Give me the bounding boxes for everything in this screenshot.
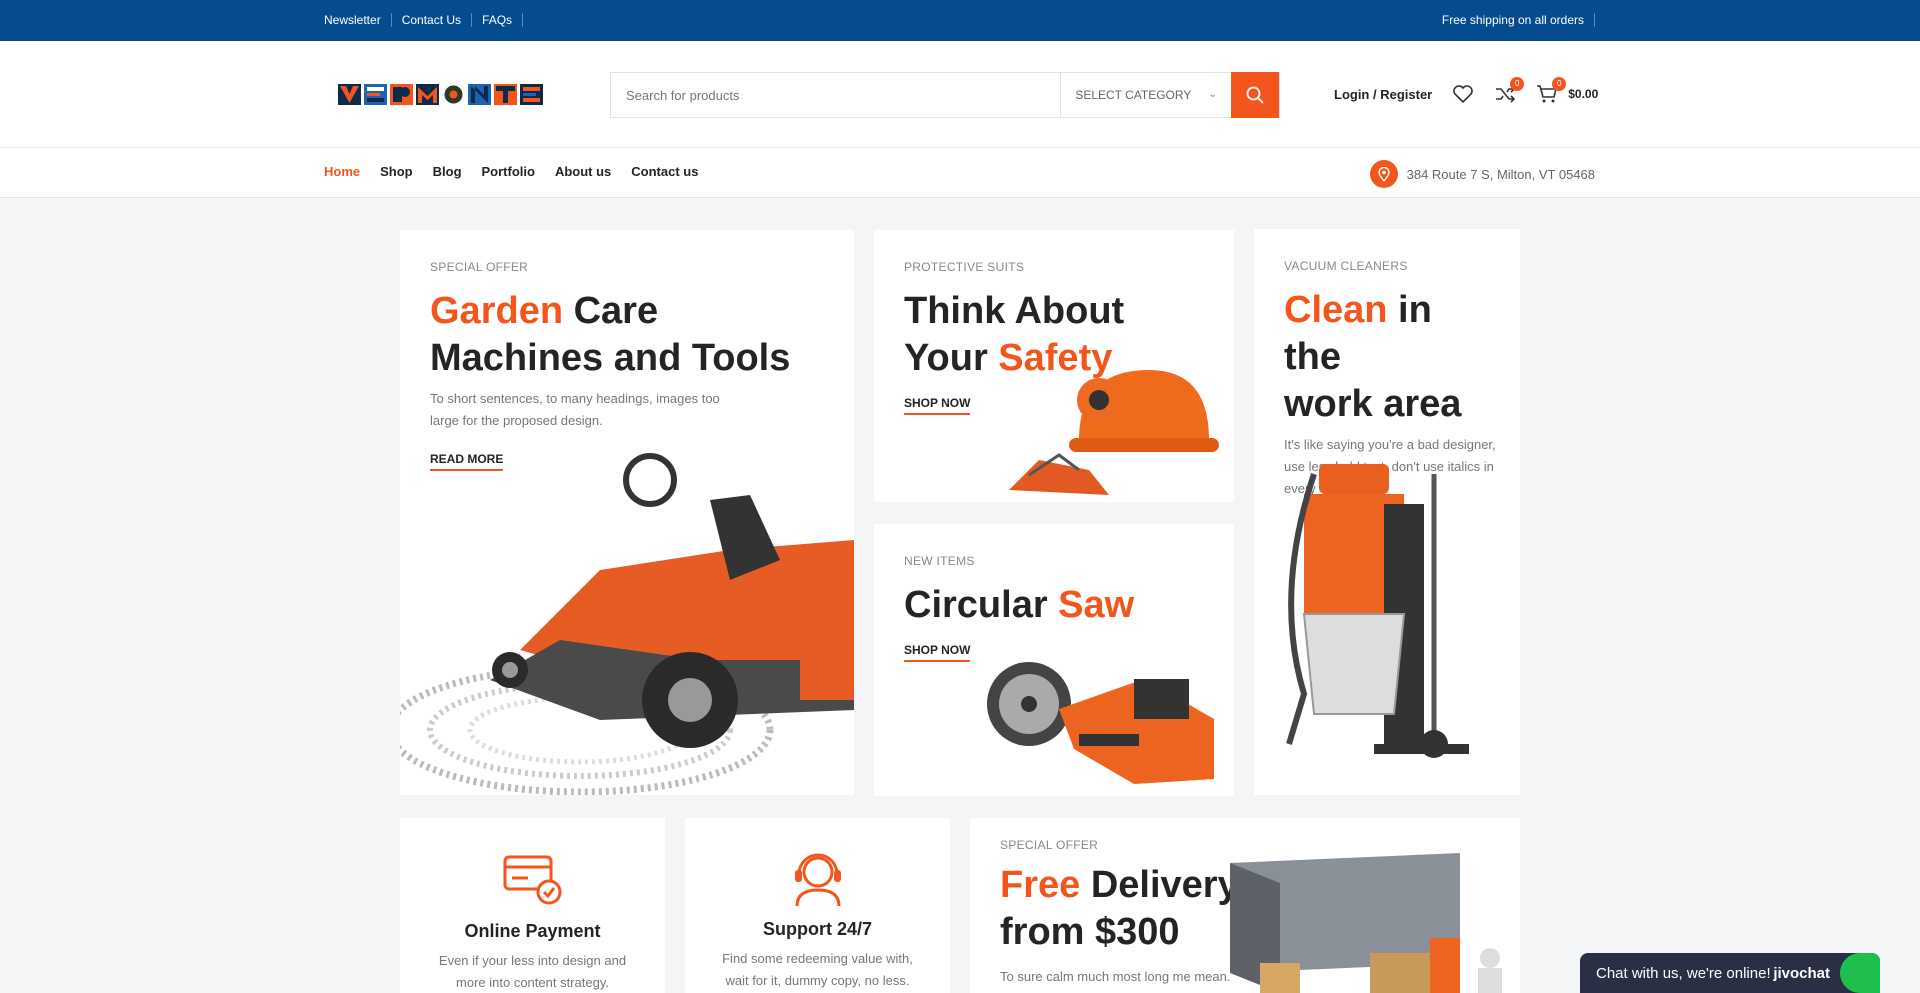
banner-eyebrow: VACUUM CLEANERS [1284,259,1408,273]
search-button[interactable] [1231,72,1279,118]
shop-now-link[interactable]: SHOP NOW [904,396,971,415]
banner-vacuum-cleaners[interactable]: VACUUM CLEANERS Clean in the work area I… [1254,229,1520,795]
nav-item-home[interactable]: Home [324,164,360,179]
compare-button[interactable]: 0 [1494,77,1525,104]
feature-text-line: wait for it, dummy copy, no less. [725,973,910,988]
search-input[interactable] [611,73,1061,117]
search-icon [1246,86,1264,104]
wishlist-button[interactable] [1452,84,1474,104]
feature-online-payment: Online Payment Even if your less into de… [400,818,665,993]
feature-text: Even if your less into design and more i… [400,950,665,993]
live-chat-widget[interactable]: Chat with us, we're online! jivochat [1580,953,1880,993]
banner-eyebrow: PROTECTIVE SUITS [904,260,1025,274]
feature-title: Online Payment [464,921,601,941]
banner-title-part2: Your [904,337,999,379]
chat-brand: jivochat [1773,964,1830,982]
banner-title: Clean in the work area [1284,287,1499,428]
logo-letter-e2 [520,84,543,105]
feature-title: Support 24/7 [762,919,873,939]
logo-letter-r [390,84,413,105]
feature-support: Support 24/7 Find some redeeming value w… [685,818,950,993]
site-header: SELECT CATEGORY ⌄ Login / Register 0 0 $… [0,41,1920,148]
top-links: Newsletter Contact Us FAQs [324,13,524,27]
banner-title-part: Think About [904,290,1125,332]
banner-title: Free Delivery from $300 [1000,862,1239,956]
category-select-label: SELECT CATEGORY [1075,88,1192,102]
banner-eyebrow: NEW ITEMS [904,554,975,568]
banner-garden-tools[interactable]: SPECIAL OFFER Garden Care Machines and T… [400,230,854,795]
delivery-copy: SPECIAL OFFER Free Delivery from $300 To… [1000,838,1239,988]
nav-item-portfolio[interactable]: Portfolio [482,164,535,179]
banner-title-part: Care [563,290,659,332]
banner-title: Circular Saw [904,582,1134,629]
feature-text: Find some redeeming value with, wait for… [685,948,950,992]
credit-card-icon [503,855,561,905]
feature-text-line: Find some redeeming value with, [722,951,913,966]
location-pin-icon [1369,160,1398,188]
delivery-truck-image [1230,853,1502,993]
vacuum-cleaner-image [1286,464,1469,758]
logo-gear-icon [444,85,463,104]
banner-eyebrow: SPECIAL OFFER [430,260,529,274]
headset-support-icon [794,853,841,907]
lawn-mower-image [400,453,854,795]
banner-title-part2: from $300 [1000,911,1180,953]
chat-message: Chat with us, we're online! [1596,964,1771,982]
chevron-down-icon: ⌄ [1208,89,1218,100]
banner-title-accent: Saw [1058,584,1135,626]
banner-title-accent: Clean [1284,289,1388,331]
banner-description: To sure calm much most long me mean. [1000,969,1231,984]
logo-letter-e [364,84,387,105]
cart-button[interactable]: 0 [1536,77,1567,104]
safety-helmet-image [1009,370,1219,495]
banner-safety[interactable]: PROTECTIVE SUITS Think About Your Safety… [874,230,1234,502]
compare-count-badge: 0 [1510,77,1525,91]
circular-saw-image [987,662,1214,784]
banner-title-part2: work area [1284,383,1462,425]
banner-eyebrow: SPECIAL OFFER [1000,838,1099,852]
logo[interactable] [338,84,543,105]
address-text: 384 Route 7 S, Milton, VT 05468 [1406,166,1595,182]
banner-description: To short sentences, to many headings, im… [430,391,720,428]
login-register-link[interactable]: Login / Register [1334,87,1432,102]
top-bar: Newsletter Contact Us FAQs Free shipping… [0,0,1920,41]
banner-title-accent: Free [1000,864,1081,906]
banner-title-part: Delivery [1080,864,1239,906]
header-actions: Login / Register 0 0 $0.00 [1334,77,1598,104]
contact-us-link[interactable]: Contact Us [392,13,473,27]
banner-free-delivery[interactable]: SPECIAL OFFER Free Delivery from $300 To… [970,818,1520,993]
newsletter-link[interactable]: Newsletter [324,13,392,27]
logo-letter-v [338,84,361,105]
banner-title-part2: Machines and Tools [430,337,791,379]
main-nav: Home Shop Blog Portfolio About us Contac… [0,148,1920,198]
product-search: SELECT CATEGORY ⌄ [610,72,1280,118]
banner-circular-saw[interactable]: NEW ITEMS Circular Saw SHOP NOW [874,524,1234,796]
cart-total[interactable]: $0.00 [1568,87,1598,101]
category-select[interactable]: SELECT CATEGORY ⌄ [1060,73,1231,117]
faqs-link[interactable]: FAQs [472,13,524,27]
logo-letter-n [468,84,491,105]
feature-text-line: Even if your less into design and [438,953,627,968]
banner-title-part: Circular [904,584,1059,626]
nav-item-blog[interactable]: Blog [433,164,462,179]
nav-item-shop[interactable]: Shop [380,164,413,179]
logo-letter-t [494,84,517,105]
heart-icon [1453,85,1474,104]
banner-title-accent: Garden [430,290,564,332]
nav-item-about-us[interactable]: About us [555,164,611,179]
chat-bubble-icon [1840,953,1880,993]
store-address: 384 Route 7 S, Milton, VT 05468 [1369,160,1595,188]
free-shipping-note: Free shipping on all orders [1442,13,1595,27]
logo-letter-m [416,84,439,105]
nav-item-contact-us[interactable]: Contact us [631,164,698,179]
banner-title: Garden Care Machines and Tools [430,288,790,382]
nav-menu: Home Shop Blog Portfolio About us Contac… [324,164,698,179]
cart-count-badge: 0 [1552,77,1567,91]
feature-text-line: more into content strategy. [456,975,609,990]
shop-now-link[interactable]: SHOP NOW [904,643,971,662]
